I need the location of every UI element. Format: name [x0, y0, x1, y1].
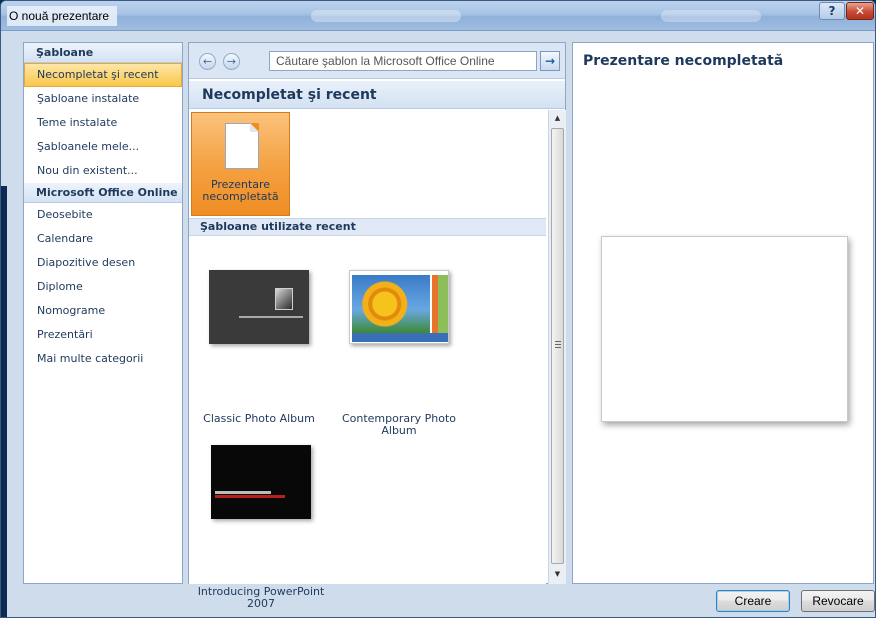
- template-search-input[interactable]: Căutare şablon la Microsoft Office Onlin…: [269, 51, 537, 71]
- nav-item-my-templates[interactable]: Şabloanele mele...: [24, 135, 182, 159]
- cancel-button[interactable]: Revocare: [801, 590, 875, 612]
- nav-item-design-slides[interactable]: Diapozitive desen: [24, 251, 182, 275]
- page-fold-shape: [250, 123, 259, 132]
- introducing-powerpoint-thumbnail[interactable]: [211, 445, 311, 519]
- nav-item-calendars[interactable]: Calendare: [24, 227, 182, 251]
- scrollbar-thumb[interactable]: [551, 128, 564, 564]
- gallery-toolbar: ← → Căutare şablon la Microsoft Office O…: [189, 43, 565, 79]
- scroll-down-arrow-icon[interactable]: ▼: [549, 566, 566, 582]
- template-gallery-pane: ← → Căutare şablon la Microsoft Office O…: [188, 42, 566, 610]
- nav-item-presentations[interactable]: Prezentări: [24, 323, 182, 347]
- recent-templates-section-header: Şabloane utilizate recent: [189, 218, 546, 236]
- nav-header-office-online: Microsoft Office Online: [24, 183, 182, 203]
- template-name-line1: Classic Photo Album: [203, 412, 315, 425]
- template-name-line2: Album: [381, 424, 417, 437]
- blank-document-icon: [225, 123, 259, 169]
- nav-item-new-from-existing[interactable]: Nou din existent...: [24, 159, 182, 183]
- gallery-heading: Necompletat şi recent: [189, 81, 565, 109]
- classic-photo-album-thumbnail[interactable]: [209, 270, 309, 344]
- nav-item-diagrams[interactable]: Nomograme: [24, 299, 182, 323]
- search-go-arrow-icon[interactable]: →: [540, 51, 560, 71]
- slide-preview-image: [601, 236, 848, 422]
- blank-presentation-label: Prezentare necompletată: [192, 179, 289, 203]
- window-title: O nouă prezentare: [7, 6, 118, 26]
- help-button[interactable]: ?: [819, 2, 845, 20]
- window-edge-accent: [1, 186, 7, 617]
- gallery-scrollbar[interactable]: ▲ ▼: [548, 110, 566, 584]
- template-name-line2: 2007: [247, 597, 275, 610]
- template-category-nav: Şabloane Necompletat şi recent Şabloane …: [23, 42, 183, 584]
- close-button[interactable]: ✕: [846, 2, 874, 20]
- classic-photo-album-label[interactable]: Classic Photo Album: [194, 413, 324, 425]
- nav-item-blank-and-recent[interactable]: Necompletat şi recent: [24, 63, 182, 87]
- introducing-powerpoint-label[interactable]: Introducing PowerPoint 2007: [196, 586, 326, 610]
- gallery-content: Prezentare necompletată Şabloane utiliza…: [189, 110, 546, 610]
- blank-presentation-tile[interactable]: Prezentare necompletată: [191, 112, 290, 216]
- contemporary-photo-album-thumbnail[interactable]: [349, 270, 449, 344]
- photo-placeholder-icon: [275, 288, 293, 310]
- preview-pane: Prezentare necompletată: [572, 42, 874, 584]
- nav-item-diplomas[interactable]: Diplome: [24, 275, 182, 299]
- create-button[interactable]: Creare: [716, 590, 790, 612]
- nav-header-templates: Şabloane: [24, 43, 182, 63]
- contemporary-photo-album-label[interactable]: Contemporary Photo Album: [334, 413, 464, 437]
- caption-line-shape: [239, 316, 303, 318]
- title-bar-background-ghost: [661, 10, 761, 22]
- grip-icon: [555, 341, 561, 348]
- nav-item-installed-themes[interactable]: Teme instalate: [24, 111, 182, 135]
- title-bar-background-ghost: [311, 10, 461, 22]
- accent-stripe-shape: [438, 275, 448, 333]
- nav-item-more-categories[interactable]: Mai multe categorii: [24, 347, 182, 371]
- nav-item-installed-templates[interactable]: Şabloane instalate: [24, 87, 182, 111]
- sunflower-photo-icon: [352, 275, 430, 333]
- caption-band-shape: [352, 333, 448, 342]
- title-bar[interactable]: O nouă prezentare ? ✕: [1, 1, 875, 31]
- forward-arrow-icon[interactable]: →: [223, 53, 240, 70]
- nav-item-featured[interactable]: Deosebite: [24, 203, 182, 227]
- accent-stripe-shape: [215, 495, 285, 498]
- title-text-line-shape: [215, 491, 271, 494]
- new-presentation-dialog: O nouă prezentare ? ✕ Şabloane Necomplet…: [0, 0, 876, 618]
- preview-title: Prezentare necompletată: [583, 53, 784, 69]
- scroll-up-arrow-icon[interactable]: ▲: [549, 110, 566, 126]
- blank-label-line2: necompletată: [202, 190, 279, 203]
- back-arrow-icon[interactable]: ←: [199, 53, 216, 70]
